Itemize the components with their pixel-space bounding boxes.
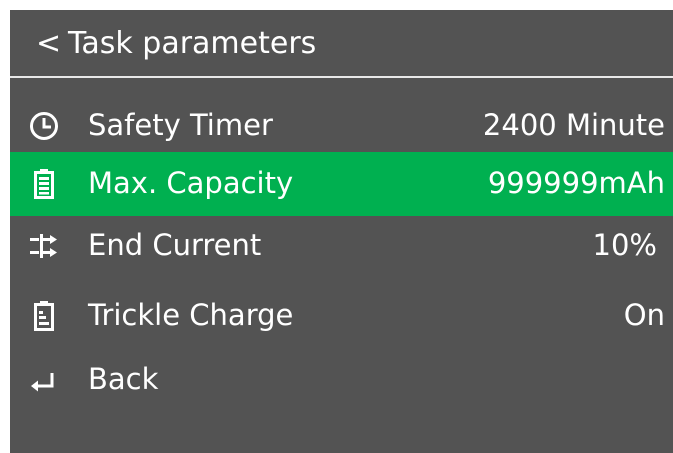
menu-item-label: End Current	[88, 228, 262, 262]
menu-item-label: Safety Timer	[88, 108, 273, 142]
menu-item-value: 10%	[592, 228, 657, 262]
menu-item-back[interactable]: Back	[10, 348, 673, 412]
page-title: Task parameters	[68, 26, 317, 61]
header-bar: < Task parameters	[10, 10, 673, 78]
device-screen: < Task parameters Safety Timer 2400 Minu…	[10, 10, 673, 453]
battery-full-icon	[34, 169, 54, 199]
menu-item-label: Trickle Charge	[88, 298, 294, 332]
menu-item-end-current[interactable]: End Current 10%	[10, 214, 673, 278]
menu-item-safety-timer[interactable]: Safety Timer 2400 Minute	[10, 94, 673, 158]
battery-trickle-icon	[34, 301, 54, 331]
back-chevron-icon[interactable]: <	[36, 28, 61, 60]
menu-item-trickle-charge[interactable]: Trickle Charge On	[10, 284, 673, 348]
arrows-current-icon	[30, 234, 57, 258]
clock-icon	[30, 112, 58, 140]
menu-item-max-capacity[interactable]: Max. Capacity 999999mAh	[10, 152, 673, 216]
return-icon	[31, 373, 54, 392]
menu-item-value: 2400 Minute	[482, 108, 665, 142]
menu-item-value: On	[623, 298, 665, 332]
menu-item-label: Back	[88, 362, 159, 396]
menu-item-value: 999999mAh	[487, 166, 665, 200]
menu-item-label: Max. Capacity	[88, 166, 294, 200]
